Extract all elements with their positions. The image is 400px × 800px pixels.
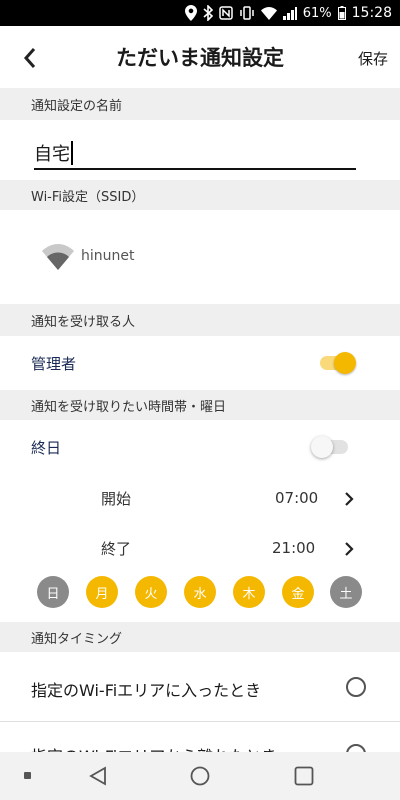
section-header-wifi: Wi-Fi設定（SSID） bbox=[0, 180, 400, 210]
clock: 15:28 bbox=[351, 5, 392, 21]
section-header-timing: 通知タイミング bbox=[0, 622, 400, 652]
battery-icon bbox=[337, 6, 346, 20]
end-time-label: 終了 bbox=[101, 540, 132, 558]
receiver-toggle[interactable] bbox=[320, 351, 358, 375]
toggle-thumb bbox=[311, 436, 333, 458]
menu-dot-icon[interactable] bbox=[24, 772, 31, 779]
wifi-status-icon bbox=[260, 6, 277, 20]
day-tuesday[interactable]: 火 bbox=[135, 576, 167, 608]
all-day-label: 終日 bbox=[31, 439, 62, 457]
day-wednesday[interactable]: 水 bbox=[184, 576, 216, 608]
page-title: ただいま通知設定 bbox=[116, 46, 284, 70]
text-caret bbox=[71, 141, 73, 165]
vibrate-icon bbox=[239, 6, 255, 20]
status-icons: 61% 15:28 bbox=[184, 4, 392, 22]
wifi-ssid: hinunet bbox=[81, 248, 135, 264]
chevron-right-icon bbox=[345, 492, 354, 506]
toggle-thumb bbox=[334, 352, 356, 374]
receiver-label: 管理者 bbox=[31, 355, 77, 373]
back-nav-icon[interactable] bbox=[88, 766, 108, 786]
chevron-left-icon bbox=[23, 48, 36, 68]
nfc-icon bbox=[218, 6, 233, 20]
section-header-time: 通知を受け取りたい時間帯・曜日 bbox=[0, 390, 400, 420]
app-bar: ただいま通知設定 保存 bbox=[0, 26, 400, 88]
recents-nav-icon[interactable] bbox=[294, 766, 314, 786]
section-header-receivers: 通知を受け取る人 bbox=[0, 304, 400, 336]
name-input[interactable]: 自宅 bbox=[34, 136, 356, 170]
name-input-underline bbox=[34, 168, 356, 170]
back-button[interactable] bbox=[14, 42, 46, 74]
start-time-label: 開始 bbox=[101, 490, 132, 508]
section-header-name: 通知設定の名前 bbox=[0, 88, 400, 120]
home-nav-icon[interactable] bbox=[190, 766, 210, 786]
day-sunday[interactable]: 日 bbox=[37, 576, 69, 608]
bluetooth-icon bbox=[203, 5, 213, 21]
radio-button[interactable] bbox=[346, 677, 366, 697]
start-time-row[interactable]: 開始 07:00 bbox=[0, 478, 400, 518]
battery-percent: 61% bbox=[302, 5, 332, 21]
end-time-value: 21:00 bbox=[272, 539, 316, 557]
chevron-right-icon bbox=[345, 542, 354, 556]
name-input-value: 自宅 bbox=[34, 144, 70, 165]
day-saturday[interactable]: 土 bbox=[330, 576, 362, 608]
location-icon bbox=[184, 5, 197, 21]
day-monday[interactable]: 月 bbox=[86, 576, 118, 608]
timing-option-label: 指定のWi-Fiエリアに入ったとき bbox=[31, 681, 262, 700]
day-thursday[interactable]: 木 bbox=[233, 576, 265, 608]
wifi-icon bbox=[42, 244, 74, 272]
start-time-value: 07:00 bbox=[275, 489, 319, 507]
end-time-row[interactable]: 終了 21:00 bbox=[0, 528, 400, 568]
signal-icon bbox=[282, 6, 297, 20]
status-bar: 61% 15:28 bbox=[0, 0, 400, 26]
all-day-toggle[interactable] bbox=[310, 435, 350, 459]
timing-option-enter[interactable]: 指定のWi-Fiエリアに入ったとき bbox=[0, 652, 400, 722]
system-nav-bar bbox=[0, 752, 400, 800]
day-friday[interactable]: 金 bbox=[282, 576, 314, 608]
save-button[interactable]: 保存 bbox=[358, 44, 388, 72]
